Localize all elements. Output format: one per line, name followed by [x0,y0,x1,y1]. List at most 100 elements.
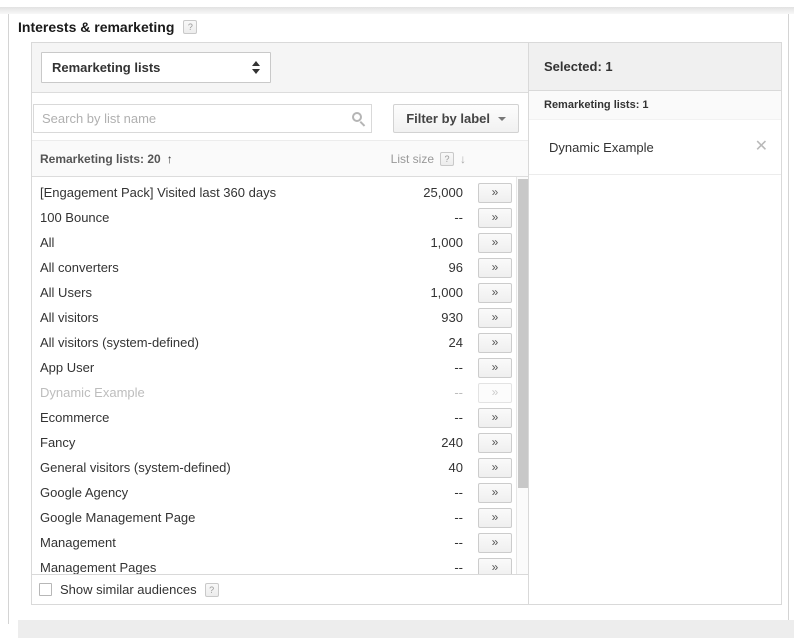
search-row: Filter by label [32,93,528,140]
sort-ascending-icon: ↑ [166,151,173,166]
show-similar-audiences-checkbox[interactable] [39,583,52,596]
add-list-button[interactable]: » [478,307,512,328]
list-type-bar: Remarketing lists [32,43,528,93]
add-list-button: » [478,382,512,403]
add-list-button[interactable]: » [478,507,512,528]
list-name: Dynamic Example [40,385,145,400]
list-name: Management Pages [40,560,157,574]
filter-by-label-text: Filter by label [406,111,490,126]
column-lists-label: Remarketing lists: 20 [40,151,161,166]
list-size: 240 [441,435,463,450]
list-row[interactable]: Google Agency -- » [32,480,516,505]
help-icon[interactable]: ? [183,20,198,34]
list-row[interactable]: 100 Bounce -- » [32,205,516,230]
list-size: 25,000 [423,185,463,200]
interests-remarketing-screen: { "title": { "text": "Interests & remark… [0,0,794,638]
list-name: All visitors (system-defined) [40,335,199,350]
remarketing-list: [Engagement Pack] Visited last 360 days … [32,177,528,574]
list-size: 1,000 [430,235,463,250]
list-size: -- [454,510,463,525]
similar-audiences-help-icon[interactable]: ? [204,582,219,597]
add-list-button[interactable]: » [478,557,512,574]
list-row[interactable]: All visitors (system-defined) 24 » [32,330,516,355]
sort-descending-icon: ↓ [460,151,466,166]
list-size: -- [454,210,463,225]
list-row: Dynamic Example -- » [32,380,516,405]
list-row[interactable]: Ecommerce -- » [32,405,516,430]
add-list-button[interactable]: » [478,207,512,228]
list-type-dropdown[interactable]: Remarketing lists [41,52,271,83]
updown-spinner-icon [252,61,260,74]
column-list-size-label: List size [390,151,434,166]
top-shadow-divider [0,7,794,14]
list-row[interactable]: All 1,000 » [32,230,516,255]
list-name: Ecommerce [40,410,110,425]
add-list-button[interactable]: » [478,332,512,353]
list-size: -- [454,560,463,574]
add-list-button[interactable]: » [478,482,512,503]
similar-audiences-footer: Show similar audiences ? [32,574,528,604]
list-name: All Users [40,285,93,300]
list-name: Fancy [40,435,76,450]
scrollbar-thumb[interactable] [518,179,528,488]
list-name: App User [40,360,95,375]
selected-list-name: Dynamic Example [549,139,654,155]
list-size: -- [454,485,463,500]
list-scrollbar[interactable] [516,177,528,574]
bottom-strip [18,620,794,638]
list-name: General visitors (system-defined) [40,460,231,475]
section-title-row: Interests & remarketing ? [18,19,198,35]
list-name: All converters [40,260,119,275]
filter-by-label-button[interactable]: Filter by label [393,104,519,133]
search-input[interactable] [33,104,372,133]
page-title: Interests & remarketing [18,19,175,35]
list-name: Google Management Page [40,510,196,525]
list-name: All [40,235,55,250]
list-column-header: Remarketing lists: 20 ↑ List size ? ↓ [32,140,528,177]
list-row[interactable]: [Engagement Pack] Visited last 360 days … [32,180,516,205]
selected-subheader: Remarketing lists: 1 [529,91,781,120]
list-name: 100 Bounce [40,210,110,225]
list-row[interactable]: Management -- » [32,530,516,555]
add-list-button[interactable]: » [478,182,512,203]
add-list-button[interactable]: » [478,457,512,478]
add-list-button[interactable]: » [478,532,512,553]
available-lists-panel: Remarketing lists Filter by label Remark… [32,43,529,604]
add-list-button[interactable]: » [478,357,512,378]
add-list-button[interactable]: » [478,232,512,253]
list-name: Google Agency [40,485,129,500]
search-icon [352,112,362,122]
selected-count-header: Selected: 1 [529,43,781,91]
list-row[interactable]: All Users 1,000 » [32,280,516,305]
add-list-button[interactable]: » [478,432,512,453]
list-row[interactable]: App User -- » [32,355,516,380]
list-size: 96 [448,260,463,275]
list-type-dropdown-label: Remarketing lists [52,60,161,75]
add-list-button[interactable]: » [478,282,512,303]
column-list-size-sort[interactable]: List size ? ↓ [390,151,466,166]
chevron-down-icon [498,116,506,121]
remove-icon[interactable]: ✕ [755,139,768,155]
list-name: [Engagement Pack] Visited last 360 days [40,185,277,200]
list-size: 1,000 [430,285,463,300]
list-row[interactable]: All converters 96 » [32,255,516,280]
list-row[interactable]: All visitors 930 » [32,305,516,330]
list-size: -- [454,535,463,550]
selected-list-item: Dynamic Example ✕ [529,120,781,175]
list-row[interactable]: General visitors (system-defined) 40 » [32,455,516,480]
list-row[interactable]: Fancy 240 » [32,430,516,455]
selected-panel: Selected: 1 Remarketing lists: 1 Dynamic… [529,43,781,604]
list-size: 40 [448,460,463,475]
list-row[interactable]: Management Pages -- » [32,555,516,574]
list-size: 930 [441,310,463,325]
list-size: -- [454,385,463,400]
show-similar-audiences-label: Show similar audiences [60,582,197,597]
list-name: Management [40,535,116,550]
list-row[interactable]: Google Management Page -- » [32,505,516,530]
column-lists-sort[interactable]: Remarketing lists: 20 ↑ [32,152,173,166]
add-list-button[interactable]: » [478,257,512,278]
list-viewport: [Engagement Pack] Visited last 360 days … [32,177,528,574]
page-panel: Interests & remarketing ? Remarketing li… [8,14,794,638]
add-list-button[interactable]: » [478,407,512,428]
list-size-help-icon[interactable]: ? [440,151,454,166]
